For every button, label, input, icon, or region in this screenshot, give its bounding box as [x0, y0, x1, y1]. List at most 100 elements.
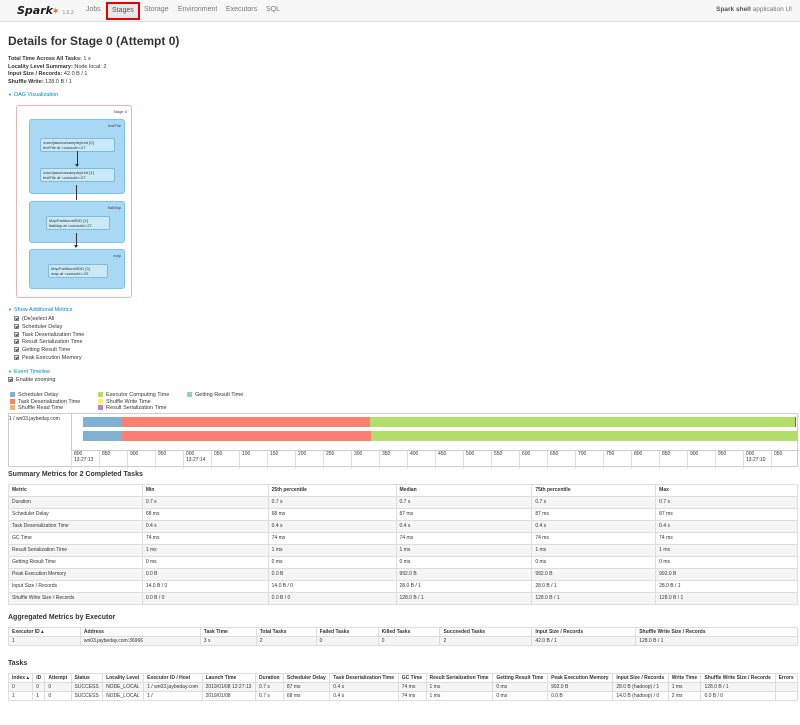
time-tick: 950: [155, 451, 166, 469]
column-header[interactable]: Max: [655, 484, 798, 497]
top-navbar: Spark✶ 1.6.3 Jobs Stages Storage Environm…: [0, 0, 800, 22]
event-timeline[interactable]: 1 / wn03.jaybeday.com 800 13:27:13 850 900 9…: [8, 413, 799, 469]
column-header[interactable]: Peak Execution Memory: [547, 673, 614, 683]
table-cell: 28.0 B / 1: [531, 580, 657, 593]
table-cell: Scheduler Delay: [8, 508, 143, 521]
result-bar[interactable]: [795, 417, 796, 427]
executor-computing-bar[interactable]: [371, 431, 798, 441]
column-header[interactable]: Executor ID ▴: [8, 627, 81, 637]
column-header[interactable]: Failed Tasks: [315, 627, 379, 637]
scheduler-delay-bar[interactable]: [83, 417, 122, 427]
metric-checkbox-row[interactable]: Peak Execution Memory: [14, 354, 84, 363]
event-timeline-toggle[interactable]: ▼ Event Timeline: [8, 369, 50, 375]
checkbox[interactable]: [14, 339, 19, 345]
table-cell: 992.0 B: [547, 682, 614, 692]
column-header[interactable]: Median: [395, 484, 533, 497]
column-header[interactable]: Input Size / Records: [612, 673, 669, 683]
rdd-node[interactable]: /user/jiancha/samplejd.txt [1] textFile a…: [40, 168, 115, 182]
checkbox[interactable]: [14, 347, 19, 353]
column-header[interactable]: Errors: [774, 673, 799, 683]
table-row: Result Serialization Time 1 ms 1 ms 1 ms 1 m…: [8, 544, 798, 557]
column-header[interactable]: Shuffle Write Size / Records: [700, 673, 776, 683]
rdd-node[interactable]: /user/jiancha/samplejd.txt [0] textFile a…: [40, 138, 115, 152]
table-cell: 74 ms: [397, 691, 427, 701]
table-cell: 0.0 B / 0: [700, 691, 776, 701]
table-cell: 28.0 B / 1: [395, 580, 533, 593]
column-header[interactable]: Duration: [255, 673, 284, 683]
additional-metrics-toggle[interactable]: ▼ Show Additional Metrics: [8, 307, 72, 313]
table-cell: Task Deserialization Time: [8, 520, 143, 533]
metric-checkbox-row[interactable]: (De)select All: [14, 316, 84, 324]
column-header[interactable]: Getting Result Time: [492, 673, 549, 683]
cluster-textfile: textFile /user/jiancha/samplejd.txt [0] t…: [29, 119, 125, 194]
column-header[interactable]: GC Time: [397, 673, 427, 683]
swatch: [98, 398, 103, 404]
table-cell: 74 ms: [141, 532, 269, 545]
column-header[interactable]: Executor ID / Host: [143, 673, 203, 683]
expanded-arrow-icon: ▼: [8, 92, 12, 97]
page-title: Details for Stage 0 (Attempt 0): [8, 34, 180, 48]
column-header[interactable]: Metric: [8, 484, 143, 497]
checkbox[interactable]: [14, 354, 19, 360]
table-cell: 0.7 s: [255, 682, 284, 692]
metric-checkbox-row[interactable]: Task Deserialization Time: [14, 331, 84, 340]
task-deserialization-bar[interactable]: [122, 431, 371, 441]
checkbox[interactable]: [14, 316, 19, 321]
time-label: 13:27:10: [746, 457, 766, 463]
column-header[interactable]: Task Deserialization Time: [329, 673, 399, 683]
scheduler-delay-bar[interactable]: [83, 431, 122, 441]
time-tick: 800 13:27:13: [71, 451, 93, 469]
table-header-row: Executor ID ▴ Address Task Time Total Tasks…: [8, 627, 798, 637]
column-header[interactable]: Launch Time: [201, 673, 257, 683]
column-header[interactable]: Scheduler Delay: [282, 673, 331, 683]
nav-storage[interactable]: Storage: [144, 5, 169, 19]
table-cell: 87 ms: [655, 508, 798, 521]
time-tick: 550: [491, 451, 502, 469]
nav-executors[interactable]: Executors: [226, 5, 257, 19]
time-tick: 150: [267, 451, 278, 469]
column-header[interactable]: Input Size / Records: [531, 627, 637, 637]
nav-stages[interactable]: Stages: [106, 2, 140, 20]
executor-computing-bar[interactable]: [370, 417, 795, 427]
checkbox[interactable]: [8, 377, 13, 382]
nav-jobs[interactable]: Jobs: [86, 5, 101, 19]
column-header[interactable]: Attempt: [44, 673, 72, 683]
metric-checkbox-row[interactable]: Scheduler Delay: [14, 323, 84, 332]
table-row: GC Time 74 ms 74 ms 74 ms 74 ms 74 ms: [8, 532, 798, 545]
nav-environment[interactable]: Environment: [178, 5, 217, 19]
time-tick: 450: [435, 451, 446, 469]
column-header[interactable]: Write Time: [667, 673, 702, 683]
rdd-node[interactable]: MapPartitionsRDD [3] map at <console>:29: [48, 264, 108, 278]
column-header[interactable]: 25th percentile: [267, 484, 397, 497]
rdd-node[interactable]: MapPartitionsRDD [2] flatMap at <console>…: [46, 216, 110, 230]
table-cell: 0.7 s: [531, 496, 657, 509]
column-header[interactable]: Task Time: [199, 627, 257, 637]
table-cell: 0.4 s: [329, 682, 399, 692]
enable-zooming[interactable]: Enable zooming: [8, 377, 55, 383]
dag-visualization-toggle[interactable]: ▼ DAG Visualization: [8, 92, 58, 98]
swatch: [10, 405, 15, 410]
column-header[interactable]: Total Tasks: [255, 627, 317, 637]
checkbox[interactable]: [14, 331, 19, 337]
column-header[interactable]: Succeeded Tasks: [439, 627, 533, 637]
column-header[interactable]: Result Serialization Time: [425, 673, 494, 683]
table-cell: Getting Result Time: [8, 556, 143, 569]
legend-col-3: Getting Result Time: [187, 392, 243, 399]
column-header[interactable]: Index ▴: [7, 673, 34, 683]
checkbox[interactable]: [14, 323, 19, 329]
nav-sql[interactable]: SQL: [266, 5, 280, 19]
column-header[interactable]: Shuffle Write Size / Records: [635, 627, 798, 637]
time-tick: 350: [379, 451, 390, 469]
column-header[interactable]: ID: [32, 673, 46, 683]
metric-checkbox-row[interactable]: Result Serialization Time: [14, 339, 84, 347]
column-header[interactable]: 75th percentile: [531, 484, 657, 497]
spark-logo[interactable]: Spark✶ 1.6.3: [17, 4, 74, 18]
column-header[interactable]: Status: [70, 673, 104, 683]
column-header[interactable]: Locality Level: [102, 673, 145, 683]
column-header[interactable]: Min: [141, 484, 269, 497]
column-header[interactable]: Address: [79, 627, 201, 637]
column-header[interactable]: Killed Tasks: [377, 627, 441, 637]
task-deserialization-bar[interactable]: [122, 417, 370, 427]
table-cell: 74 ms: [531, 532, 657, 545]
metric-checkbox-row[interactable]: Getting Result Time: [14, 347, 84, 355]
